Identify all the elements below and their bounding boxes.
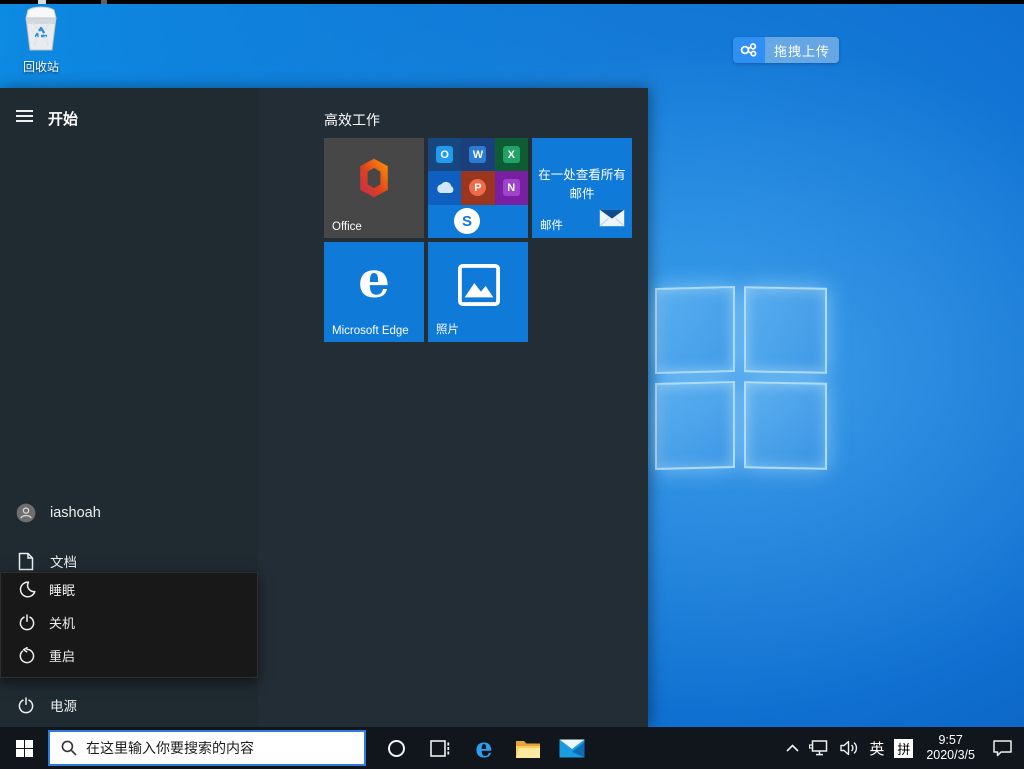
cortana-button[interactable] <box>374 727 418 769</box>
wallpaper-window-pane <box>744 286 827 373</box>
mail-envelope-icon <box>599 209 625 232</box>
drag-upload-button[interactable]: 拖拽上传 <box>733 37 839 63</box>
tray-time: 9:57 <box>926 733 975 748</box>
start-menu: 开始 iashoah 文档 睡眠 <box>0 88 648 727</box>
drag-upload-label: 拖拽上传 <box>765 37 839 63</box>
onenote-icon: N <box>503 179 520 196</box>
file-explorer-button[interactable] <box>506 727 550 769</box>
office-tile-label: Office <box>332 221 362 233</box>
edge-logo-icon: e <box>324 250 424 309</box>
volume-button[interactable] <box>835 727 864 769</box>
word-mini-tile[interactable]: W <box>461 138 494 171</box>
start-menu-title: 开始 <box>48 108 78 129</box>
office-tile[interactable]: Office <box>324 138 424 238</box>
shutdown-menu-item[interactable]: 关机 <box>1 606 257 639</box>
user-name-label: iashoah <box>50 505 101 521</box>
power-button-item[interactable]: 电源 <box>0 687 258 723</box>
taskbar-search-box[interactable] <box>48 730 366 766</box>
mail-tile-heading: 在一处查看所有邮件 <box>532 166 632 204</box>
excel-icon: X <box>503 146 520 163</box>
outlook-mini-tile[interactable]: O <box>428 138 461 171</box>
wallpaper-window-pane <box>744 381 827 469</box>
outlook-icon: O <box>436 146 453 163</box>
document-icon <box>14 552 38 571</box>
powerpoint-mini-tile[interactable]: P <box>461 171 494 204</box>
ime-mode-button[interactable]: 拼 <box>889 727 918 769</box>
shutdown-power-icon <box>16 614 38 631</box>
chevron-up-icon <box>786 744 799 752</box>
documents-label: 文档 <box>50 551 77 571</box>
action-center-button[interactable] <box>983 727 1022 769</box>
skype-mini-tile[interactable]: S <box>428 205 528 238</box>
top-edge-bar <box>0 0 1024 4</box>
mail-tile-label: 邮件 <box>540 217 563 233</box>
mail-taskbar-button[interactable] <box>550 727 594 769</box>
hamburger-menu-icon[interactable] <box>16 110 33 123</box>
notification-icon <box>993 740 1012 757</box>
folder-icon <box>515 738 541 759</box>
tray-date: 2020/3/5 <box>926 748 975 763</box>
onenote-mini-tile[interactable]: N <box>495 171 528 204</box>
mail-icon <box>559 739 585 758</box>
excel-mini-tile[interactable]: X <box>495 138 528 171</box>
task-view-icon <box>430 740 450 757</box>
recycle-bin-desktop-icon[interactable]: 回收站 <box>6 6 76 72</box>
tray-overflow-button[interactable] <box>781 727 804 769</box>
user-avatar-icon <box>14 503 38 523</box>
ethernet-network-icon <box>809 740 830 757</box>
cortana-icon <box>388 740 405 757</box>
photos-tile-label: 照片 <box>436 321 459 337</box>
power-flyout-menu: 睡眠 关机 重启 <box>0 572 258 678</box>
ime-pinyin-indicator: 拼 <box>894 739 913 758</box>
top-bar-segment <box>38 0 46 4</box>
windows-logo-icon <box>16 740 33 757</box>
onedrive-mini-tile[interactable] <box>428 171 461 204</box>
search-input[interactable] <box>77 732 364 764</box>
mail-tile[interactable]: 在一处查看所有邮件 邮件 <box>532 138 632 238</box>
search-icon <box>61 740 77 756</box>
restart-label: 重启 <box>49 646 75 665</box>
photos-mountain-icon <box>458 264 500 306</box>
task-view-button[interactable] <box>418 727 462 769</box>
start-button[interactable] <box>0 727 48 769</box>
taskbar: e <box>0 727 1024 769</box>
sleep-moon-icon <box>16 581 38 598</box>
recycle-bin-label: 回收站 <box>6 58 76 75</box>
clock[interactable]: 9:57 2020/3/5 <box>918 727 983 769</box>
recycle-bin-icon <box>18 6 64 52</box>
edge-icon: e <box>475 735 492 762</box>
edge-tile-label: Microsoft Edge <box>332 325 409 337</box>
speaker-volume-icon <box>840 740 859 756</box>
power-icon <box>14 697 38 714</box>
user-account-item[interactable]: iashoah <box>0 495 258 531</box>
wallpaper-window-pane <box>655 286 735 374</box>
top-bar-segment <box>101 0 107 4</box>
wallpaper-window-pane <box>655 381 735 470</box>
office-apps-folder-tile[interactable]: O W X P N S <box>428 138 528 238</box>
netdisk-share-icon <box>733 37 765 63</box>
restart-arrow-icon <box>16 647 38 665</box>
tile-group-title[interactable]: 高效工作 <box>324 110 380 130</box>
photos-tile[interactable]: 照片 <box>428 242 528 342</box>
edge-taskbar-button[interactable]: e <box>462 727 506 769</box>
shutdown-label: 关机 <box>49 613 75 632</box>
sleep-label: 睡眠 <box>49 580 75 599</box>
powerpoint-icon: P <box>469 179 486 196</box>
office-logo-icon <box>352 156 396 200</box>
system-tray: 英 拼 9:57 2020/3/5 <box>781 727 1024 769</box>
language-indicator[interactable]: 英 <box>864 727 889 769</box>
sleep-menu-item[interactable]: 睡眠 <box>1 573 257 606</box>
word-icon: W <box>469 146 486 163</box>
power-label: 电源 <box>50 695 77 715</box>
restart-menu-item[interactable]: 重启 <box>1 639 257 672</box>
onedrive-cloud-icon <box>434 181 456 194</box>
skype-icon: S <box>454 208 480 234</box>
edge-tile[interactable]: e Microsoft Edge <box>324 242 424 342</box>
network-button[interactable] <box>804 727 835 769</box>
